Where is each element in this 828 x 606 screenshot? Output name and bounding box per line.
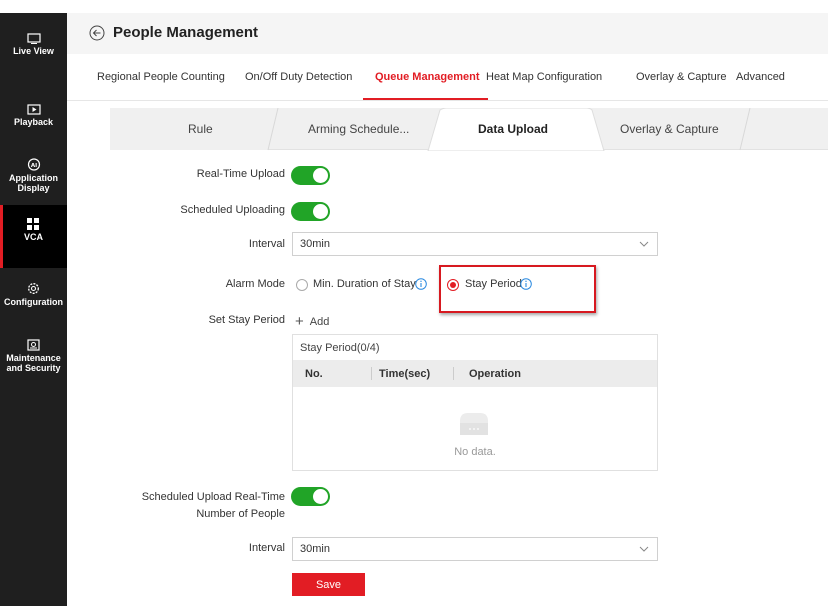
active-tab-underline: [363, 98, 488, 100]
tab-bar: Regional People Counting On/Off Duty Det…: [67, 54, 828, 101]
sidebar-item-label: Configuration: [4, 297, 63, 307]
scheduled-uploading-toggle[interactable]: [291, 202, 330, 221]
gear-icon: [28, 283, 39, 294]
tab-queue-management[interactable]: Queue Management: [375, 71, 480, 83]
interval2-select[interactable]: 30min: [292, 537, 658, 561]
sidebar-item-live-view[interactable]: Live View: [0, 33, 67, 56]
tab-on-off-duty-detection[interactable]: On/Off Duty Detection: [245, 71, 352, 83]
tab-advanced[interactable]: Advanced: [736, 71, 785, 83]
svg-text:AI: AI: [30, 163, 36, 169]
tab-regional-people-counting[interactable]: Regional People Counting: [97, 71, 225, 83]
monitor-icon: [26, 33, 41, 44]
subtab-data-upload[interactable]: Data Upload: [478, 122, 548, 136]
grid-icon: [27, 218, 39, 230]
empty-box-icon: [460, 413, 488, 435]
sidebar-item-configuration[interactable]: Configuration: [0, 282, 67, 307]
sidebar-item-label: Playback: [13, 117, 54, 127]
subtab-overlay-capture[interactable]: Overlay & Capture: [620, 122, 719, 136]
sidebar-item-label: Application Display: [9, 173, 58, 193]
play-icon: [26, 104, 41, 115]
tab-heat-map-configuration[interactable]: Heat Map Configuration: [486, 71, 602, 83]
subtab-arming-schedule[interactable]: Arming Schedule...: [308, 122, 409, 136]
subtab-rule[interactable]: Rule: [188, 122, 213, 136]
column-divider: [453, 367, 454, 380]
interval-label: Interval: [248, 238, 285, 250]
sidebar-item-maintenance-security[interactable]: Maintenance and Security: [0, 339, 67, 373]
chevron-down-icon: [639, 546, 649, 552]
interval-select[interactable]: 30min: [292, 232, 658, 256]
sidebar: Live View Playback AI Application Displa…: [0, 13, 67, 606]
sidebar-item-playback[interactable]: Playback: [0, 104, 67, 127]
tab-overlay-capture[interactable]: Overlay & Capture: [636, 71, 726, 83]
sidebar-item-label: VCA: [23, 232, 43, 242]
page-title: People Management: [113, 24, 259, 41]
column-divider: [371, 367, 372, 380]
scheduled-realtime-label-line2: Number of People: [196, 508, 285, 520]
scheduled-realtime-label: Scheduled Upload Real-Time: [141, 491, 285, 503]
empty-state-text: No data.: [454, 446, 496, 458]
column-header-operation: Operation: [469, 368, 521, 380]
plus-icon: +: [295, 313, 304, 330]
shield-icon: [27, 339, 40, 351]
sidebar-item-application-display[interactable]: AI Application Display: [0, 158, 67, 193]
add-button[interactable]: + Add: [295, 313, 329, 330]
sidebar-item-label: Live View: [13, 46, 54, 56]
realtime-upload-toggle[interactable]: [291, 166, 330, 185]
page-header: People Management: [67, 13, 828, 54]
top-strip: [0, 0, 828, 13]
table-header-row: No. Time(sec) Operation: [293, 360, 657, 387]
table-caption: Stay Period(0/4): [300, 342, 380, 354]
sub-tab-bar: Rule Arming Schedule... Data Upload Over…: [110, 108, 828, 151]
realtime-upload-label: Real-Time Upload: [196, 168, 285, 180]
scheduled-uploading-label: Scheduled Uploading: [180, 204, 285, 216]
chevron-down-icon: [639, 241, 649, 247]
info-icon[interactable]: [415, 278, 427, 290]
sub-tab-shapes: [110, 108, 751, 151]
interval-value: 30min: [300, 238, 330, 250]
interval2-label: Interval: [248, 542, 285, 554]
sidebar-item-vca[interactable]: VCA: [0, 205, 67, 268]
sidebar-item-label: Maintenance and Security: [6, 353, 61, 373]
interval2-value: 30min: [300, 543, 330, 555]
radio-min-duration-label: Min. Duration of Stay: [313, 278, 416, 290]
save-button[interactable]: Save: [292, 573, 365, 596]
add-label: Add: [309, 316, 330, 328]
radio-min-duration[interactable]: [296, 279, 308, 291]
alarm-mode-label: Alarm Mode: [225, 278, 285, 290]
column-header-time: Time(sec): [379, 368, 431, 380]
highlight-annotation-box: [439, 265, 596, 313]
scheduled-realtime-toggle[interactable]: [291, 487, 330, 506]
back-arrow-icon[interactable]: [89, 25, 105, 41]
ai-icon: AI: [27, 158, 40, 171]
stay-period-table: Stay Period(0/4) No. Time(sec) Operation…: [292, 334, 658, 471]
set-stay-period-label: Set Stay Period: [208, 314, 285, 326]
column-header-no: No.: [305, 368, 323, 380]
